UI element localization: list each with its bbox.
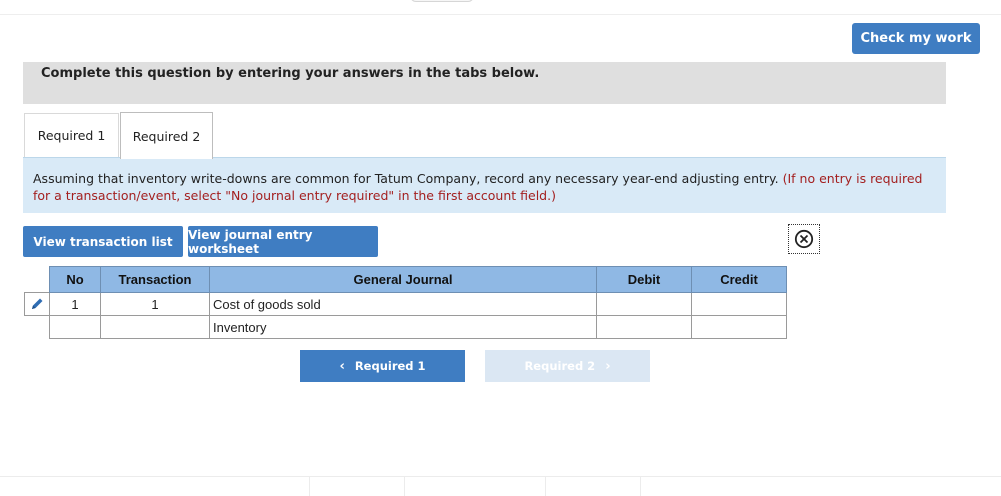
- journal-header-row: No Transaction General Journal Debit Cre…: [49, 266, 787, 293]
- tab-required-1[interactable]: Required 1: [24, 113, 119, 157]
- header-credit: Credit: [691, 266, 787, 293]
- tab-required-2[interactable]: Required 2: [120, 112, 213, 159]
- prev-required-1-button[interactable]: ‹ Required 1: [300, 350, 465, 382]
- bottom-divider-tick: [640, 477, 641, 496]
- bottom-divider-tick: [545, 477, 546, 496]
- view-transaction-list-button[interactable]: View transaction list: [23, 226, 183, 257]
- chevron-left-icon: ‹: [339, 358, 345, 374]
- next-button-label: Required 2: [524, 359, 596, 373]
- account-field[interactable]: Inventory: [209, 315, 597, 339]
- chevron-right-icon: ›: [605, 358, 611, 374]
- instruction-text: Complete this question by entering your …: [41, 66, 540, 81]
- pencil-icon: [32, 298, 43, 309]
- bottom-divider-tick: [404, 477, 405, 496]
- credit-field[interactable]: [691, 315, 787, 339]
- prev-button-label: Required 1: [354, 359, 426, 373]
- table-row: Inventory: [49, 315, 787, 339]
- edit-entry-button[interactable]: [24, 292, 49, 316]
- header-general-journal: General Journal: [209, 266, 597, 293]
- row-transaction: [100, 315, 210, 339]
- debit-field[interactable]: [596, 315, 692, 339]
- journal-table: No Transaction General Journal Debit Cre…: [49, 266, 787, 339]
- check-my-work-button[interactable]: Check my work: [852, 23, 980, 54]
- row-no: [49, 315, 101, 339]
- prompt-text: Assuming that inventory write-downs are …: [33, 171, 779, 186]
- account-field[interactable]: Cost of goods sold: [209, 292, 597, 316]
- bottom-divider-tick: [309, 477, 310, 496]
- tab-required-1-label: Required 1: [37, 128, 106, 143]
- debit-field[interactable]: [596, 292, 692, 316]
- header-no: No: [49, 266, 101, 293]
- credit-field[interactable]: [691, 292, 787, 316]
- header-debit: Debit: [596, 266, 692, 293]
- instruction-banner: Complete this question by entering your …: [23, 62, 946, 104]
- header-transaction: Transaction: [100, 266, 210, 293]
- tab-required-2-label: Required 2: [132, 128, 201, 144]
- row-transaction: 1: [100, 292, 210, 316]
- top-divider: [0, 14, 1001, 15]
- view-journal-entry-worksheet-button[interactable]: View journal entry worksheet: [188, 226, 378, 257]
- bottom-divider: [0, 476, 1001, 477]
- row-no: 1: [49, 292, 101, 316]
- close-icon[interactable]: [788, 224, 820, 254]
- question-prompt: Assuming that inventory write-downs are …: [23, 157, 946, 213]
- table-row: 1 1 Cost of goods sold: [49, 292, 787, 316]
- close-circle-icon: [794, 229, 814, 249]
- next-required-2-button: Required 2 ›: [485, 350, 650, 382]
- top-handle: [410, 0, 474, 2]
